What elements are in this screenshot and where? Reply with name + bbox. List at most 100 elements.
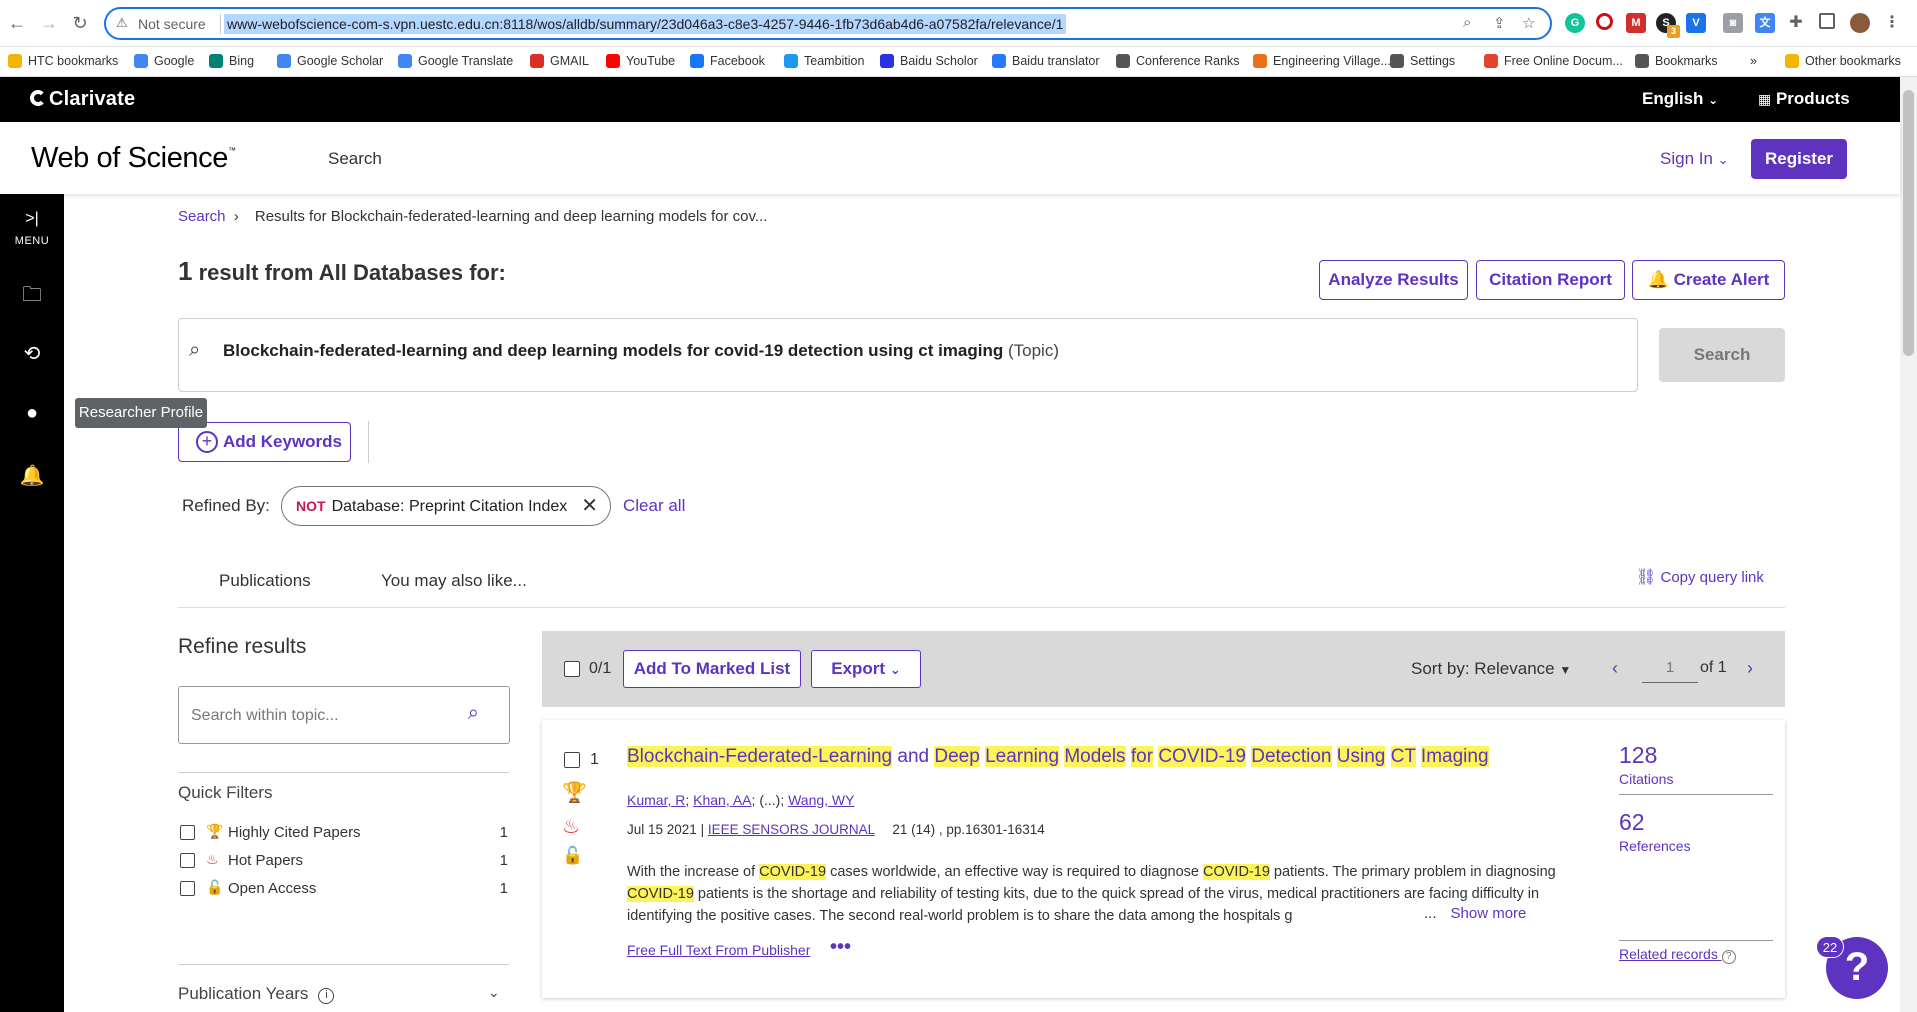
mendeley-icon[interactable]: M [1626,13,1646,33]
quick-filter-open-access[interactable]: 🔓 Open Access 1 [178,879,508,899]
profile-avatar[interactable] [1850,13,1870,33]
zoom-icon[interactable]: ⌕ [1463,14,1471,31]
record-title[interactable]: Blockchain-Federated-Learning and Deep L… [627,746,1489,768]
vpn-extension-icon[interactable]: V [1686,13,1706,33]
expand-menu-icon[interactable]: >| [0,210,64,228]
bookmark-item[interactable]: Google [134,54,194,68]
bell-icon[interactable]: 🔔 [0,463,64,488]
scrollbar-thumb[interactable] [1903,90,1914,356]
search-within-input[interactable]: Search within topic... ⌕ [178,686,510,744]
checkbox[interactable] [180,853,195,868]
bookmark-item[interactable]: Baidu Scholor [880,54,978,68]
forward-arrow-icon[interactable]: → [36,10,62,36]
kebab-menu-icon[interactable]: ⋮ [1882,13,1902,33]
export-button[interactable]: Export ⌄ [811,650,921,688]
bookmark-item[interactable]: Conference Ranks [1116,54,1240,68]
url-text[interactable]: www-webofscience-com-s.vpn.uestc.edu.cn:… [224,14,1067,34]
bell-icon: 🔔 [1647,270,1669,289]
products-menu[interactable]: ▦ Products [1758,89,1850,109]
show-more-link[interactable]: ... Show more [1420,905,1527,922]
chevron-down-icon[interactable]: ⌄ [488,984,500,1001]
highlighted-term: CT [1390,746,1416,767]
quick-filter-hot-papers[interactable]: ♨ Hot Papers 1 [178,851,508,871]
search-icon[interactable]: ⌕ [468,702,479,725]
bookmark-item[interactable]: Google Scholar [277,54,383,68]
bookmark-item[interactable]: Other bookmarks [1785,54,1901,68]
page-input[interactable]: 1 [1642,653,1698,683]
reload-icon[interactable]: ↻ [67,10,93,36]
language-selector[interactable]: English ⌄ [1642,89,1718,109]
facebook-icon [690,54,704,68]
quick-filter-count: 1 [499,880,508,897]
free-full-text-link[interactable]: Free Full Text From Publisher [627,942,810,958]
author-link[interactable]: Khan, AA [693,792,751,808]
tab-publications[interactable]: Publications [219,571,311,591]
authors-ellipsis[interactable]: (...) [759,792,780,808]
bookmark-item[interactable]: YouTube [606,54,675,68]
back-arrow-icon[interactable]: ← [4,10,30,36]
checkbox[interactable] [180,825,195,840]
camera-icon[interactable]: ◙ [1723,13,1743,33]
bookmark-item[interactable]: Bookmarks [1635,54,1718,68]
related-records-link[interactable]: Related records ? [1619,946,1736,964]
search-button[interactable]: Search [1659,328,1785,382]
bookmark-label: Bookmarks [1655,54,1718,68]
record-checkbox[interactable] [564,752,580,768]
bookmark-item[interactable]: Engineering Village... [1253,54,1391,68]
opera-icon[interactable] [1596,13,1613,30]
researcher-profile-icon[interactable]: ● [0,402,64,425]
folder-icon[interactable]: 🗀 [0,280,64,314]
create-alert-button[interactable]: 🔔 Create Alert [1632,260,1785,300]
breadcrumb-search-link[interactable]: Search [178,208,226,225]
bookmarks-bar: HTC bookmarks Google Bing Google Scholar Goo… [0,47,1917,77]
more-options-icon[interactable]: ••• [830,936,851,959]
add-keywords-button[interactable]: + Add Keywords [178,422,351,462]
nav-search-link[interactable]: Search [328,149,382,169]
quick-filter-highly-cited[interactable]: 🏆 Highly Cited Papers 1 [178,823,508,843]
chevron-left-icon[interactable]: ‹ [1612,658,1618,679]
journal-link[interactable]: IEEE SENSORS JOURNAL [708,822,875,837]
bookmark-item[interactable]: HTC bookmarks [8,54,118,68]
bookmark-item[interactable]: Settings [1390,54,1455,68]
address-bar[interactable]: ⚠ Not secure www-webofscience-com-s.vpn.… [104,7,1552,40]
bookmark-item[interactable]: Facebook [690,54,765,68]
sign-in-button[interactable]: Sign In ⌄ [1660,149,1729,169]
reference-count[interactable]: 62 [1619,809,1773,836]
wos-logo[interactable]: Web of Science™ [31,142,236,175]
tab-you-may-also-like[interactable]: You may also like... [381,571,527,591]
bookmark-item[interactable]: Free Online Docum... [1484,54,1623,68]
add-to-marked-list-button[interactable]: Add To Marked List [623,650,801,688]
history-icon[interactable]: ⟲ [0,341,64,366]
translate-extension-icon[interactable]: 文 [1755,13,1775,33]
chevron-right-icon[interactable]: › [1747,658,1753,679]
bookmark-item[interactable]: Teambition [784,54,864,68]
puzzle-extensions-icon[interactable]: ✚ [1786,13,1806,33]
sort-dropdown[interactable]: Sort by: Relevance ▼ [1411,659,1571,679]
grammarly-icon[interactable]: G [1565,13,1585,33]
close-icon[interactable]: ✕ [581,487,598,525]
bookmark-item[interactable]: Baidu translator [992,54,1100,68]
citation-report-button[interactable]: Citation Report [1476,260,1625,300]
analyze-results-button[interactable]: Analyze Results [1319,260,1468,300]
bookmark-star-icon[interactable]: ☆ [1522,14,1535,32]
select-all-checkbox[interactable] [564,661,580,677]
author-link[interactable]: Wang, WY [788,792,854,808]
bookmark-item[interactable]: Google Translate [398,54,513,68]
info-icon[interactable]: i [318,988,335,1004]
side-panel-icon[interactable] [1819,13,1835,29]
clarivate-logo[interactable]: Clarivate [30,88,135,111]
help-icon[interactable]: ? [1721,950,1736,964]
clear-all-link[interactable]: Clear all [623,496,685,516]
register-button[interactable]: Register [1751,139,1847,179]
citation-count[interactable]: 128 [1619,742,1773,769]
author-link[interactable]: Kumar, R [627,792,685,808]
publication-years-filter[interactable]: Publication Years i [178,984,335,1004]
bookmark-item[interactable]: GMAIL [530,54,589,68]
checkbox[interactable] [180,881,195,896]
bookmark-item[interactable]: Bing [209,54,254,68]
copy-query-link[interactable]: ⛓ Copy query link [1636,567,1764,587]
share-icon[interactable]: ⇪ [1493,14,1506,32]
bookmark-item[interactable]: » [1750,54,1757,68]
query-box[interactable]: ⌕ Blockchain-federated-learning and deep… [178,318,1638,392]
filter-chip[interactable]: NOT Database: Preprint Citation Index ✕ [281,486,611,526]
